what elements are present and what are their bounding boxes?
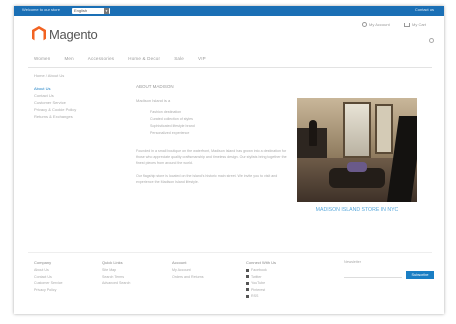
language-select[interactable]: English ▼ xyxy=(72,8,110,14)
footer-social-label: Facebook xyxy=(251,268,267,272)
logo-text: Magento xyxy=(49,26,98,42)
footer-column-social: Connect With Us Facebook Twitter YouTube… xyxy=(246,260,310,301)
top-bar: Welcome to our store English ▼ Contact u… xyxy=(14,6,444,16)
cart-label: My Cart xyxy=(412,22,426,27)
twitter-icon xyxy=(246,275,249,279)
footer-column-account: Account My Account Orders and Returns xyxy=(172,260,236,281)
footer-social-label: Twitter xyxy=(251,274,262,279)
sidebar-item-returns[interactable]: Returns & Exchanges xyxy=(34,114,104,121)
nav-item-vip[interactable]: VIP xyxy=(198,56,206,64)
footer-divider xyxy=(28,252,432,253)
footer-link[interactable]: Privacy Policy xyxy=(34,288,98,295)
page-title: ABOUT MADISON xyxy=(136,84,174,89)
footer-heading: Company xyxy=(34,260,52,265)
page-frame: Welcome to our store English ▼ Contact u… xyxy=(14,6,444,314)
magento-logo-icon xyxy=(32,26,46,41)
nav-item-home-decor[interactable]: Home & Decor xyxy=(128,56,160,64)
person-icon xyxy=(362,22,367,27)
list-item: Fashion destination xyxy=(150,110,182,114)
cart-link[interactable]: My Cart xyxy=(404,22,426,27)
footer-social-label: Pinterest xyxy=(251,287,266,292)
chevron-down-icon: ▼ xyxy=(104,8,109,14)
body-paragraph: Founded in a small boutique on the water… xyxy=(136,149,287,166)
footer-column-company: Company About Us Contact Us Customer Ser… xyxy=(34,260,98,294)
sidebar-item-customer-service[interactable]: Customer Service xyxy=(34,100,104,107)
feature-list: Fashion destination Curated collection o… xyxy=(150,110,286,138)
footer-heading: Account xyxy=(172,260,187,265)
footer-social-label: YouTube xyxy=(251,281,266,285)
footer-column-quick-links: Quick Links Site Map Search Terms Advanc… xyxy=(102,260,166,288)
newsletter-label: Newsletter xyxy=(344,260,361,264)
newsletter-email-input[interactable] xyxy=(344,271,402,278)
body-paragraph: Our flagship store is located on the isl… xyxy=(136,173,278,184)
sidebar-item-contact-us[interactable]: Contact Us xyxy=(34,93,104,100)
breadcrumb[interactable]: Home / About Us xyxy=(34,73,64,78)
account-label: My Account xyxy=(369,22,390,27)
footer-link[interactable]: Orders and Returns xyxy=(172,275,236,282)
subscribe-button[interactable]: Subscribe xyxy=(406,271,434,279)
account-link[interactable]: My Account xyxy=(362,22,390,27)
footer-social-label: RSS xyxy=(251,294,259,298)
pinterest-icon xyxy=(246,288,249,292)
sidebar: About Us Contact Us Customer Service Pri… xyxy=(34,86,104,121)
contact-link[interactable]: Contact us xyxy=(415,7,434,12)
welcome-text: Welcome to our store xyxy=(22,7,60,12)
list-item: Curated collection of styles xyxy=(150,117,193,121)
intro-text: Madison Island is a xyxy=(136,98,171,103)
site-logo[interactable]: Magento xyxy=(32,24,98,44)
main-content: ABOUT MADISON Madison Island is a Fashio… xyxy=(136,84,287,185)
footer-social-link[interactable]: RSS xyxy=(246,294,310,301)
sidebar-item-privacy-policy[interactable]: Privacy & Cookie Policy xyxy=(34,107,104,114)
list-item: Personalized experience xyxy=(150,131,190,135)
language-select-value: English xyxy=(74,8,88,13)
main-navigation: Women Men Accessories Home & Decor Sale … xyxy=(34,56,434,64)
footer-heading: Connect With Us xyxy=(246,260,277,265)
nav-item-accessories[interactable]: Accessories xyxy=(88,56,114,64)
rss-icon xyxy=(246,294,249,298)
nav-item-sale[interactable]: Sale xyxy=(174,56,184,64)
footer-link[interactable]: Advanced Search xyxy=(102,281,166,288)
store-photo xyxy=(297,98,417,202)
nav-divider xyxy=(28,67,432,68)
cart-icon xyxy=(404,22,410,27)
sidebar-item-about-us[interactable]: About Us xyxy=(34,86,104,93)
footer-heading: Quick Links xyxy=(102,260,123,265)
facebook-icon xyxy=(246,268,249,272)
youtube-icon xyxy=(246,281,249,285)
photo-caption: MADISON ISLAND STORE IN NYC xyxy=(315,207,399,213)
nav-item-men[interactable]: Men xyxy=(64,56,73,64)
list-item: Sophisticated lifestyle brand xyxy=(150,124,195,128)
nav-item-women[interactable]: Women xyxy=(34,56,50,64)
search-icon[interactable] xyxy=(429,38,434,43)
